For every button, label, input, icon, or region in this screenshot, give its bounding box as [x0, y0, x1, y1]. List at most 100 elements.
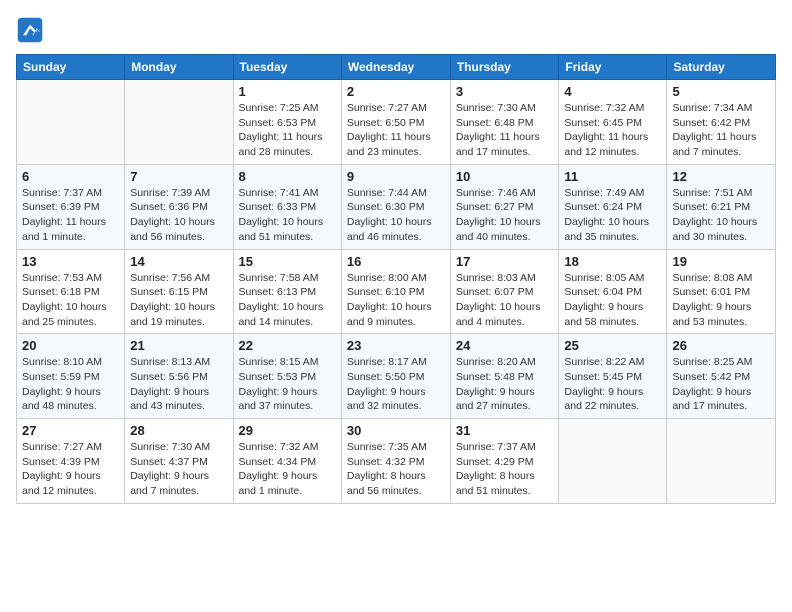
day-detail: Sunrise: 8:22 AM Sunset: 5:45 PM Dayligh… [564, 355, 661, 414]
day-number: 9 [347, 169, 445, 184]
day-number: 19 [672, 254, 770, 269]
day-detail: Sunrise: 7:25 AM Sunset: 6:53 PM Dayligh… [239, 101, 336, 160]
day-detail: Sunrise: 7:46 AM Sunset: 6:27 PM Dayligh… [456, 186, 554, 245]
day-number: 7 [130, 169, 227, 184]
calendar-cell: 31 Sunrise: 7:37 AM Sunset: 4:29 PM Dayli… [450, 419, 559, 504]
calendar-cell: 1 Sunrise: 7:25 AM Sunset: 6:53 PM Daylig… [233, 80, 341, 165]
day-number: 31 [456, 423, 554, 438]
day-number: 2 [347, 84, 445, 99]
day-number: 28 [130, 423, 227, 438]
calendar-cell: 18 Sunrise: 8:05 AM Sunset: 6:04 PM Dayli… [559, 249, 667, 334]
calendar-week-row: 6 Sunrise: 7:37 AM Sunset: 6:39 PM Daylig… [17, 164, 776, 249]
col-header-saturday: Saturday [667, 55, 776, 80]
day-detail: Sunrise: 7:37 AM Sunset: 6:39 PM Dayligh… [22, 186, 119, 245]
day-detail: Sunrise: 8:20 AM Sunset: 5:48 PM Dayligh… [456, 355, 554, 414]
day-detail: Sunrise: 7:30 AM Sunset: 6:48 PM Dayligh… [456, 101, 554, 160]
col-header-tuesday: Tuesday [233, 55, 341, 80]
day-number: 1 [239, 84, 336, 99]
day-number: 13 [22, 254, 119, 269]
col-header-thursday: Thursday [450, 55, 559, 80]
calendar-cell: 12Sunrise: 7:51 AM Sunset: 6:21 PM Dayli… [667, 164, 776, 249]
day-number: 14 [130, 254, 227, 269]
calendar-cell: 10 Sunrise: 7:46 AM Sunset: 6:27 PM Dayli… [450, 164, 559, 249]
calendar-cell: 20 Sunrise: 8:10 AM Sunset: 5:59 PM Dayli… [17, 334, 125, 419]
day-detail: Sunrise: 7:41 AM Sunset: 6:33 PM Dayligh… [239, 186, 336, 245]
calendar-cell: 25 Sunrise: 8:22 AM Sunset: 5:45 PM Dayli… [559, 334, 667, 419]
day-number: 18 [564, 254, 661, 269]
day-number: 29 [239, 423, 336, 438]
day-detail: Sunrise: 7:53 AM Sunset: 6:18 PM Dayligh… [22, 271, 119, 330]
day-number: 22 [239, 338, 336, 353]
day-number: 16 [347, 254, 445, 269]
calendar-cell: 15Sunrise: 7:58 AM Sunset: 6:13 PM Dayli… [233, 249, 341, 334]
calendar-cell [667, 419, 776, 504]
day-number: 12 [672, 169, 770, 184]
calendar-cell: 8 Sunrise: 7:41 AM Sunset: 6:33 PM Daylig… [233, 164, 341, 249]
day-detail: Sunrise: 7:56 AM Sunset: 6:15 PM Dayligh… [130, 271, 227, 330]
day-number: 8 [239, 169, 336, 184]
day-detail: Sunrise: 8:13 AM Sunset: 5:56 PM Dayligh… [130, 355, 227, 414]
calendar-cell: 28 Sunrise: 7:30 AM Sunset: 4:37 PM Dayli… [125, 419, 233, 504]
day-detail: Sunrise: 8:03 AM Sunset: 6:07 PM Dayligh… [456, 271, 554, 330]
day-detail: Sunrise: 7:34 AM Sunset: 6:42 PM Dayligh… [672, 101, 770, 160]
calendar-cell [17, 80, 125, 165]
day-number: 25 [564, 338, 661, 353]
calendar-cell: 2 Sunrise: 7:27 AM Sunset: 6:50 PM Daylig… [341, 80, 450, 165]
day-detail: Sunrise: 7:35 AM Sunset: 4:32 PM Dayligh… [347, 440, 445, 499]
day-number: 30 [347, 423, 445, 438]
day-number: 27 [22, 423, 119, 438]
day-detail: Sunrise: 7:32 AM Sunset: 4:34 PM Dayligh… [239, 440, 336, 499]
day-detail: Sunrise: 7:30 AM Sunset: 4:37 PM Dayligh… [130, 440, 227, 499]
day-number: 4 [564, 84, 661, 99]
day-detail: Sunrise: 7:27 AM Sunset: 6:50 PM Dayligh… [347, 101, 445, 160]
calendar-cell: 24Sunrise: 8:20 AM Sunset: 5:48 PM Dayli… [450, 334, 559, 419]
day-detail: Sunrise: 8:08 AM Sunset: 6:01 PM Dayligh… [672, 271, 770, 330]
calendar-cell: 3 Sunrise: 7:30 AM Sunset: 6:48 PM Daylig… [450, 80, 559, 165]
day-detail: Sunrise: 8:00 AM Sunset: 6:10 PM Dayligh… [347, 271, 445, 330]
logo [16, 16, 48, 44]
calendar-cell: 14 Sunrise: 7:56 AM Sunset: 6:15 PM Dayli… [125, 249, 233, 334]
calendar-cell: 27Sunrise: 7:27 AM Sunset: 4:39 PM Dayli… [17, 419, 125, 504]
calendar-table: SundayMondayTuesdayWednesdayThursdayFrid… [16, 54, 776, 504]
calendar-week-row: 1 Sunrise: 7:25 AM Sunset: 6:53 PM Daylig… [17, 80, 776, 165]
calendar-cell: 4 Sunrise: 7:32 AM Sunset: 6:45 PM Daylig… [559, 80, 667, 165]
calendar-cell: 9 Sunrise: 7:44 AM Sunset: 6:30 PM Daylig… [341, 164, 450, 249]
day-number: 21 [130, 338, 227, 353]
page-header [16, 16, 776, 44]
day-detail: Sunrise: 7:37 AM Sunset: 4:29 PM Dayligh… [456, 440, 554, 499]
day-number: 26 [672, 338, 770, 353]
calendar-cell: 22 Sunrise: 8:15 AM Sunset: 5:53 PM Dayli… [233, 334, 341, 419]
calendar-week-row: 20 Sunrise: 8:10 AM Sunset: 5:59 PM Dayli… [17, 334, 776, 419]
col-header-monday: Monday [125, 55, 233, 80]
col-header-sunday: Sunday [17, 55, 125, 80]
day-number: 5 [672, 84, 770, 99]
calendar-cell: 6 Sunrise: 7:37 AM Sunset: 6:39 PM Daylig… [17, 164, 125, 249]
day-number: 11 [564, 169, 661, 184]
day-number: 3 [456, 84, 554, 99]
day-number: 10 [456, 169, 554, 184]
calendar-cell [125, 80, 233, 165]
day-number: 17 [456, 254, 554, 269]
day-detail: Sunrise: 7:49 AM Sunset: 6:24 PM Dayligh… [564, 186, 661, 245]
calendar-cell: 13 Sunrise: 7:53 AM Sunset: 6:18 PM Dayli… [17, 249, 125, 334]
day-number: 20 [22, 338, 119, 353]
calendar-cell: 26Sunrise: 8:25 AM Sunset: 5:42 PM Dayli… [667, 334, 776, 419]
day-detail: Sunrise: 7:44 AM Sunset: 6:30 PM Dayligh… [347, 186, 445, 245]
calendar-cell: 11 Sunrise: 7:49 AM Sunset: 6:24 PM Dayli… [559, 164, 667, 249]
calendar-cell: 30 Sunrise: 7:35 AM Sunset: 4:32 PM Dayli… [341, 419, 450, 504]
day-number: 6 [22, 169, 119, 184]
calendar-cell: 5 Sunrise: 7:34 AM Sunset: 6:42 PM Daylig… [667, 80, 776, 165]
calendar-week-row: 27Sunrise: 7:27 AM Sunset: 4:39 PM Dayli… [17, 419, 776, 504]
day-detail: Sunrise: 8:15 AM Sunset: 5:53 PM Dayligh… [239, 355, 336, 414]
calendar-header-row: SundayMondayTuesdayWednesdayThursdayFrid… [17, 55, 776, 80]
calendar-cell: 21 Sunrise: 8:13 AM Sunset: 5:56 PM Dayli… [125, 334, 233, 419]
logo-icon [16, 16, 44, 44]
day-detail: Sunrise: 8:05 AM Sunset: 6:04 PM Dayligh… [564, 271, 661, 330]
day-number: 15 [239, 254, 336, 269]
calendar-cell: 16 Sunrise: 8:00 AM Sunset: 6:10 PM Dayli… [341, 249, 450, 334]
day-detail: Sunrise: 7:32 AM Sunset: 6:45 PM Dayligh… [564, 101, 661, 160]
day-detail: Sunrise: 8:10 AM Sunset: 5:59 PM Dayligh… [22, 355, 119, 414]
calendar-week-row: 13 Sunrise: 7:53 AM Sunset: 6:18 PM Dayli… [17, 249, 776, 334]
calendar-cell: 19 Sunrise: 8:08 AM Sunset: 6:01 PM Dayli… [667, 249, 776, 334]
calendar-cell: 23Sunrise: 8:17 AM Sunset: 5:50 PM Dayli… [341, 334, 450, 419]
